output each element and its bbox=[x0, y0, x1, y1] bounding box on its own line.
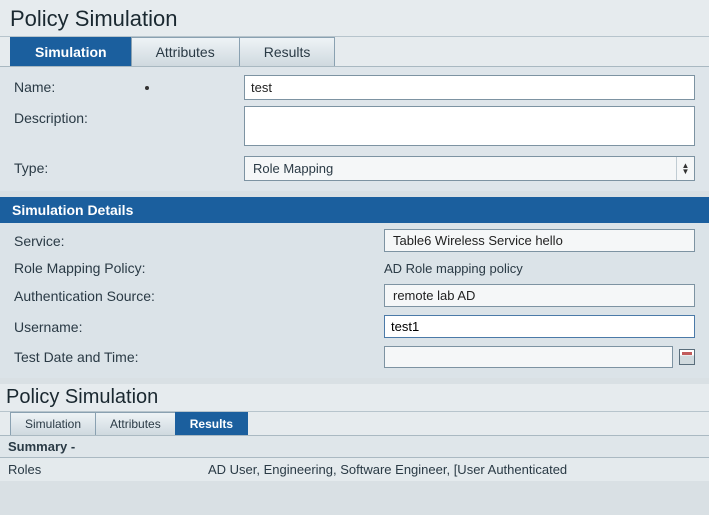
tabs-lower: Simulation Attributes Results bbox=[0, 412, 709, 435]
auth-source-value: remote lab AD bbox=[384, 284, 695, 307]
tab-attributes-lower[interactable]: Attributes bbox=[95, 412, 176, 435]
roles-value: AD User, Engineering, Software Engineer,… bbox=[208, 462, 701, 477]
username-label: Username: bbox=[14, 319, 384, 335]
roles-label: Roles bbox=[8, 462, 208, 477]
service-label: Service: bbox=[14, 233, 384, 249]
tab-results[interactable]: Results bbox=[239, 37, 336, 66]
tab-simulation-lower[interactable]: Simulation bbox=[10, 412, 96, 435]
form-area: Name: Description: Type: Role Mapping ▲▼ bbox=[0, 66, 709, 191]
username-input[interactable] bbox=[384, 315, 695, 338]
type-select-value: Role Mapping bbox=[245, 157, 676, 180]
simulation-details-header: Simulation Details bbox=[0, 197, 709, 223]
name-label: Name: bbox=[14, 75, 244, 95]
summary-header: Summary - bbox=[0, 435, 709, 458]
type-label: Type: bbox=[14, 156, 244, 176]
tab-attributes[interactable]: Attributes bbox=[131, 37, 240, 66]
test-date-label: Test Date and Time: bbox=[14, 349, 384, 365]
tab-simulation[interactable]: Simulation bbox=[10, 37, 132, 66]
page-title-lower: Policy Simulation bbox=[0, 384, 709, 412]
role-mapping-policy-value: AD Role mapping policy bbox=[384, 261, 695, 276]
type-select[interactable]: Role Mapping ▲▼ bbox=[244, 156, 695, 181]
details-area: Service: Table6 Wireless Service hello R… bbox=[0, 223, 709, 378]
role-mapping-policy-label: Role Mapping Policy: bbox=[14, 260, 384, 276]
tab-results-lower[interactable]: Results bbox=[175, 412, 248, 435]
description-label: Description: bbox=[14, 106, 244, 126]
required-dot-icon bbox=[145, 86, 149, 90]
roles-row: Roles AD User, Engineering, Software Eng… bbox=[0, 458, 709, 481]
page-title: Policy Simulation bbox=[0, 0, 709, 37]
name-input[interactable] bbox=[244, 75, 695, 100]
test-date-input[interactable] bbox=[384, 346, 673, 368]
calendar-icon[interactable] bbox=[679, 349, 695, 365]
description-input[interactable] bbox=[244, 106, 695, 146]
service-value: Table6 Wireless Service hello bbox=[384, 229, 695, 252]
auth-source-label: Authentication Source: bbox=[14, 288, 384, 304]
updown-arrows-icon: ▲▼ bbox=[676, 157, 694, 180]
tabs-upper: Simulation Attributes Results bbox=[0, 37, 709, 66]
